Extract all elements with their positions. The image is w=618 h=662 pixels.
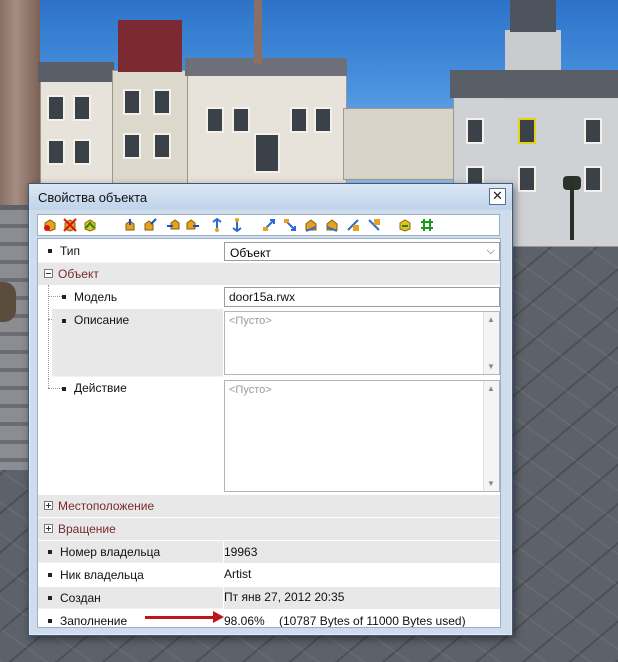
bullet-icon <box>62 295 66 299</box>
fill-percent: 98.06% <box>224 614 265 628</box>
move-up-icon[interactable] <box>210 218 224 232</box>
annotation-arrow <box>145 616 217 619</box>
description-textarea[interactable]: <Пусто> ▲ ▼ <box>224 311 500 375</box>
close-button[interactable]: ✕ <box>489 188 506 205</box>
toolbar <box>37 214 500 236</box>
move-down-icon[interactable] <box>230 218 244 232</box>
rotate-down-icon[interactable] <box>325 218 339 232</box>
collapse-icon[interactable] <box>44 269 53 278</box>
chimney <box>254 0 262 64</box>
property-row-type: Тип Объект ⌵ <box>38 239 500 263</box>
action-label: Действие <box>74 381 127 395</box>
arrow-head-icon <box>213 611 224 623</box>
move-east-icon[interactable] <box>186 218 200 232</box>
owner-number-label: Номер владельца <box>60 545 161 559</box>
owner-nick-label: Ник владельца <box>60 568 144 582</box>
category-position-label: Местоположение <box>58 499 155 513</box>
bullet-icon <box>48 619 52 623</box>
property-grid: Тип Объект ⌵ Объект Модель door15a.rwx О… <box>37 238 501 628</box>
type-select-value: Объект <box>230 246 271 260</box>
fill-detail: (10787 Bytes of 11000 Bytes used) <box>279 614 466 628</box>
scrollbar[interactable]: ▲ ▼ <box>483 381 499 491</box>
bullet-icon <box>48 249 52 253</box>
arch-bridge <box>343 108 455 180</box>
building <box>112 70 189 187</box>
property-row-created: Создан Пт янв 27, 2012 20:35 <box>38 587 500 609</box>
property-row-description: Описание <Пусто> ▲ ▼ <box>38 309 500 377</box>
rotate-up-icon[interactable] <box>304 218 318 232</box>
owner-number-value: 19963 <box>224 545 258 559</box>
duplicate-icon[interactable] <box>398 218 412 232</box>
move-north-icon[interactable] <box>123 218 137 232</box>
stone-pillar <box>0 0 40 205</box>
bullet-icon <box>48 573 52 577</box>
description-label: Описание <box>74 313 130 327</box>
category-rotation[interactable]: Вращение <box>38 518 500 540</box>
bullet-icon <box>48 596 52 600</box>
chevron-down-icon[interactable]: ⌵ <box>487 245 495 258</box>
property-row-model: Модель door15a.rwx <box>38 285 500 308</box>
titlebar: Свойства объекта ✕ <box>29 184 512 210</box>
rotate-right-icon[interactable] <box>283 218 297 232</box>
property-row-owner-number: Номер владельца 19963 <box>38 541 500 563</box>
property-row-owner-nick: Ник владельца Artist <box>38 564 500 586</box>
tilt-left-icon[interactable] <box>346 218 360 232</box>
move-west-icon[interactable] <box>166 218 180 232</box>
building <box>40 80 114 187</box>
bullet-icon <box>48 550 52 554</box>
owner-nick-value: Artist <box>224 567 252 581</box>
bullet-icon <box>62 387 66 391</box>
fill-label: Заполнение <box>60 614 128 628</box>
expand-icon[interactable] <box>44 524 53 533</box>
dialog-title: Свойства объекта <box>38 190 148 205</box>
model-value: door15a.rwx <box>229 290 296 304</box>
roof <box>118 20 182 72</box>
action-textarea[interactable]: <Пусто> ▲ ▼ <box>224 380 500 492</box>
object-properties-dialog: Свойства объекта ✕ Тип Объект ⌵ Объект М… <box>28 183 513 636</box>
category-object[interactable]: Объект <box>38 263 500 285</box>
created-label: Создан <box>60 591 101 605</box>
building <box>187 72 347 187</box>
action-placeholder: <Пусто> <box>229 384 272 396</box>
rotate-left-icon[interactable] <box>262 218 276 232</box>
snap-grid-icon[interactable] <box>420 218 434 232</box>
cube-add-icon[interactable] <box>43 218 57 232</box>
type-select[interactable]: Объект ⌵ <box>224 242 500 261</box>
cube-delete-icon[interactable] <box>63 218 77 232</box>
category-rotation-label: Вращение <box>58 522 116 536</box>
property-row-action: Действие <Пусто> ▲ ▼ <box>38 378 500 492</box>
expand-icon[interactable] <box>44 501 53 510</box>
description-placeholder: <Пусто> <box>229 315 272 327</box>
move-northeast-icon[interactable] <box>143 218 157 232</box>
type-label: Тип <box>60 244 81 258</box>
roof <box>38 62 114 82</box>
scrollbar[interactable]: ▲ ▼ <box>483 312 499 374</box>
model-label: Модель <box>74 290 118 304</box>
tower-roof <box>510 0 556 32</box>
roof <box>185 58 347 76</box>
statue-fragment <box>0 282 16 322</box>
category-position[interactable]: Местоположение <box>38 495 500 517</box>
model-input[interactable]: door15a.rwx <box>224 287 500 307</box>
street-lamp <box>570 178 574 240</box>
cube-icon[interactable] <box>83 218 97 232</box>
roof <box>450 70 618 98</box>
property-row-fill: Заполнение 98.06% (10787 Bytes of 11000 … <box>38 610 500 628</box>
tilt-right-icon[interactable] <box>367 218 381 232</box>
created-value: Пт янв 27, 2012 20:35 <box>224 590 345 604</box>
category-object-label: Объект <box>58 267 99 281</box>
bullet-icon <box>62 319 66 323</box>
